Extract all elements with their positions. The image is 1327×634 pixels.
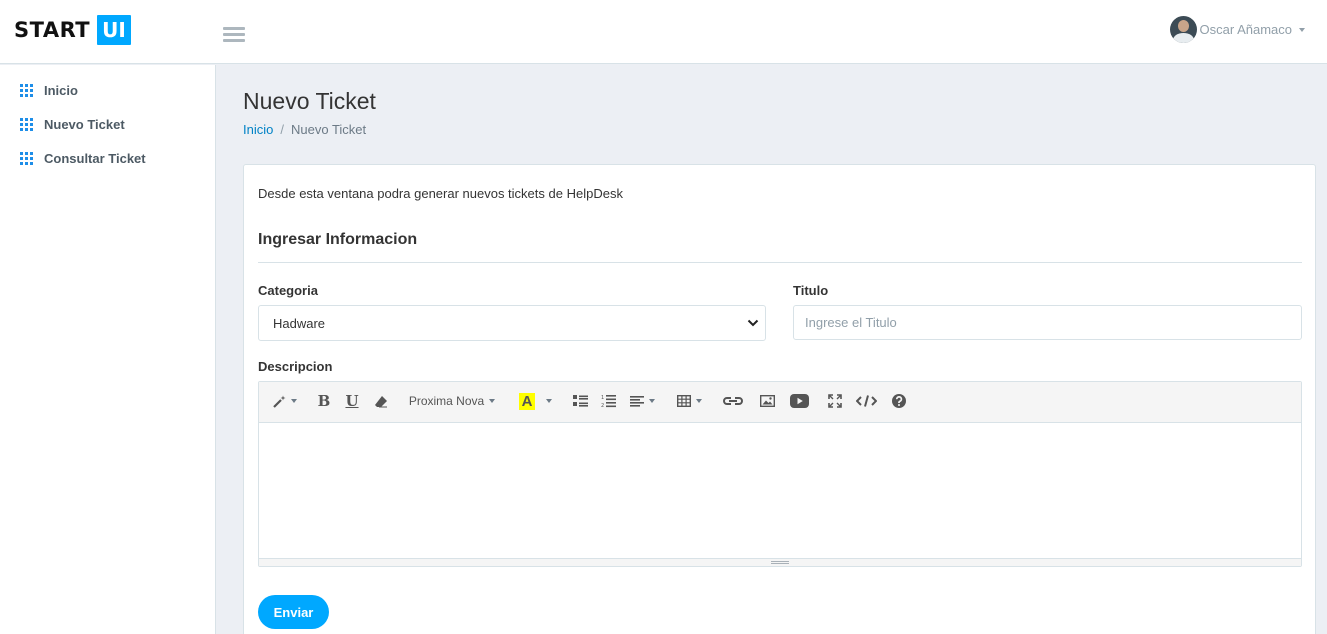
text-color-icon: A — [519, 392, 535, 410]
breadcrumb-current: Nuevo Ticket — [290, 122, 367, 137]
sidebar-item-label: Consultar Ticket — [44, 150, 146, 166]
eraser-button[interactable] — [372, 390, 390, 412]
font-family-value: Proxima Nova — [408, 394, 485, 408]
code-icon — [855, 395, 877, 407]
caret-down-icon — [695, 399, 702, 403]
intro-text: Desde esta ventana podra generar nuevos … — [258, 186, 623, 201]
top-header: START UI Oscar Añamaco — [0, 0, 1327, 64]
underline-button[interactable]: U — [344, 390, 360, 412]
category-label: Categoria — [258, 283, 318, 298]
highlight-color-button[interactable]: A — [518, 390, 536, 412]
fullscreen-button[interactable] — [827, 390, 843, 412]
ordered-list-button[interactable]: 12 — [600, 390, 616, 412]
editor-toolbar: B U Proxima Nova A 12 — [259, 382, 1301, 423]
bold-button[interactable]: B — [316, 390, 332, 412]
ticket-form-card: Desde esta ventana podra generar nuevos … — [243, 164, 1316, 634]
breadcrumb-separator: / — [280, 122, 284, 137]
fullscreen-icon — [828, 394, 842, 408]
title-input[interactable] — [793, 305, 1302, 340]
chevron-down-icon — [747, 319, 759, 327]
user-name: Oscar Añamaco — [1199, 22, 1293, 37]
breadcrumb-home-link[interactable]: Inicio — [243, 122, 273, 137]
avatar — [1169, 16, 1197, 43]
caret-down-icon — [489, 399, 496, 403]
svg-text:2: 2 — [601, 403, 604, 408]
hamburger-menu-icon[interactable] — [223, 27, 245, 43]
bullet-list-icon — [572, 395, 588, 407]
sidebar-item-label: Nuevo Ticket — [44, 116, 125, 132]
paragraph-align-dropdown[interactable] — [628, 390, 656, 412]
table-dropdown-button[interactable] — [675, 390, 703, 412]
grid-icon — [20, 83, 33, 97]
table-icon — [676, 395, 691, 407]
description-editor: B U Proxima Nova A 12 — [258, 381, 1302, 567]
color-dropdown-button[interactable] — [543, 390, 555, 412]
magic-wand-icon — [273, 395, 286, 408]
category-select[interactable]: Hadware — [258, 305, 766, 341]
caret-down-icon — [291, 399, 297, 403]
sidebar: Inicio Nuevo Ticket Consultar Ticket — [0, 65, 216, 634]
grid-icon — [20, 151, 33, 165]
title-label: Titulo — [793, 283, 829, 298]
section-divider — [258, 262, 1302, 263]
eraser-icon — [375, 395, 387, 407]
video-play-icon — [789, 394, 809, 408]
sidebar-item-inicio[interactable]: Inicio — [0, 73, 215, 107]
svg-text:1: 1 — [601, 395, 604, 401]
sidebar-item-label: Inicio — [44, 82, 78, 98]
logo-badge: UI — [97, 14, 131, 45]
numbered-list-icon: 12 — [601, 395, 616, 408]
image-button[interactable] — [759, 390, 775, 412]
page-title: Nuevo Ticket — [243, 88, 376, 114]
link-icon — [723, 397, 743, 405]
category-selected-value: Hadware — [273, 315, 326, 331]
font-family-dropdown[interactable]: Proxima Nova — [405, 390, 499, 412]
caret-down-icon — [648, 399, 655, 403]
logo[interactable]: START UI — [14, 14, 131, 45]
sidebar-item-nuevo-ticket[interactable]: Nuevo Ticket — [0, 107, 215, 141]
description-textarea[interactable] — [259, 423, 1301, 558]
editor-resize-handle[interactable] — [259, 558, 1301, 566]
video-button[interactable] — [789, 390, 809, 412]
help-icon — [892, 394, 906, 408]
logo-text: START — [14, 17, 91, 42]
caret-down-icon — [1299, 27, 1305, 32]
description-label: Descripcion — [258, 359, 333, 374]
breadcrumb: Inicio / Nuevo Ticket — [243, 122, 366, 137]
grid-icon — [20, 117, 33, 131]
user-menu[interactable]: Oscar Añamaco — [1169, 16, 1305, 43]
unordered-list-button[interactable] — [572, 390, 588, 412]
style-dropdown-button[interactable] — [271, 390, 299, 412]
section-title: Ingresar Informacion — [258, 231, 418, 248]
link-button[interactable] — [722, 390, 744, 412]
image-icon — [759, 395, 775, 407]
sidebar-item-consultar-ticket[interactable]: Consultar Ticket — [0, 141, 215, 175]
caret-down-icon — [546, 399, 552, 403]
submit-button[interactable]: Enviar — [258, 595, 329, 629]
code-view-button[interactable] — [855, 390, 877, 412]
align-left-icon — [629, 395, 644, 407]
help-button[interactable] — [891, 390, 907, 412]
